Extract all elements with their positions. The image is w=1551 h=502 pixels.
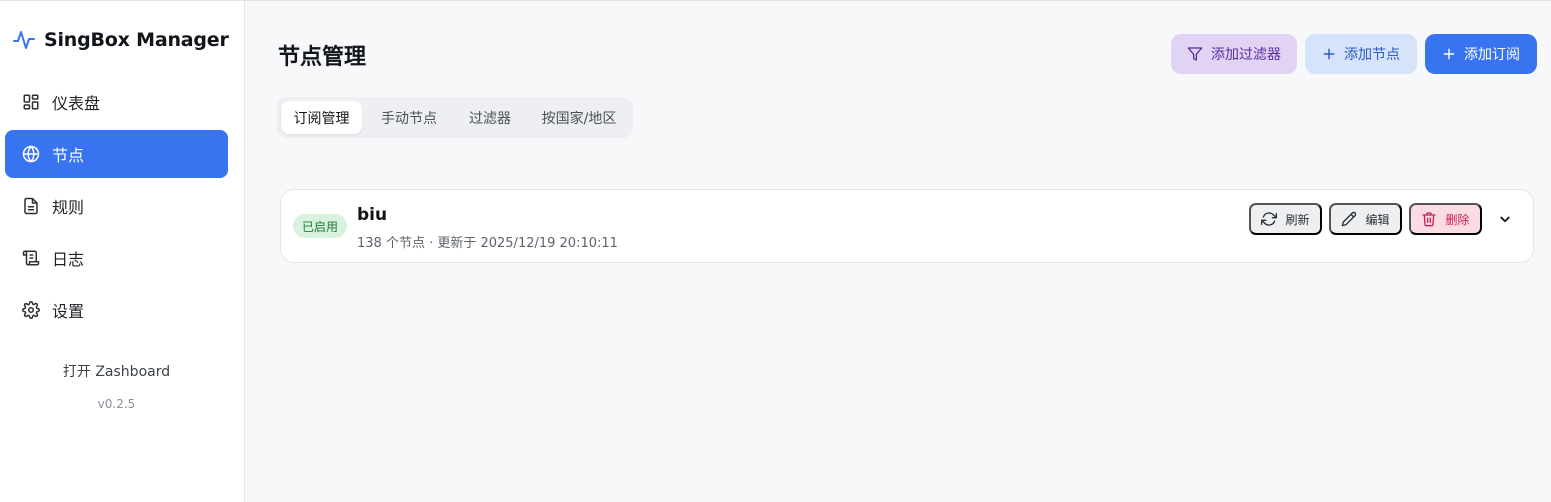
edit-button[interactable]: 编辑 — [1329, 203, 1402, 235]
refresh-label: 刷新 — [1285, 212, 1310, 227]
subscription-name: biu — [357, 205, 388, 225]
tab-subscriptions[interactable]: 订阅管理 — [281, 101, 362, 134]
chevron-down-icon[interactable] — [1496, 210, 1514, 228]
page-title: 节点管理 — [278, 45, 367, 70]
add-filter-label: 添加过滤器 — [1211, 46, 1281, 62]
delete-label: 删除 — [1445, 212, 1470, 227]
trash-icon — [1421, 211, 1437, 227]
tab-manual-nodes[interactable]: 手动节点 — [368, 101, 450, 134]
sidebar-item-label: 日志 — [52, 250, 85, 269]
scroll-icon — [22, 249, 40, 267]
plus-icon — [1442, 47, 1456, 61]
plus-icon — [1322, 47, 1336, 61]
version-label: v0.2.5 — [97, 397, 136, 411]
sidebar-item-logs[interactable]: 日志 — [5, 234, 228, 282]
tab-filters[interactable]: 过滤器 — [456, 101, 524, 134]
document-icon — [22, 197, 40, 215]
brand[interactable]: SingBox Manager — [12, 25, 229, 55]
pencil-icon — [1341, 211, 1357, 227]
subscription-meta: 138 个节点 · 更新于 2025/12/19 20:10:11 — [357, 236, 618, 251]
sidebar-item-nodes[interactable]: 节点 — [5, 130, 228, 178]
pulse-icon — [12, 28, 36, 52]
sidebar-item-label: 规则 — [52, 198, 85, 217]
edit-label: 编辑 — [1365, 212, 1390, 227]
add-node-label: 添加节点 — [1344, 46, 1400, 62]
globe-icon — [22, 145, 40, 163]
subscription-card: 已启用 biu 138 个节点 · 更新于 2025/12/19 20:10:1… — [280, 189, 1534, 263]
add-subscription-label: 添加订阅 — [1464, 46, 1520, 62]
sidebar-item-label: 仪表盘 — [52, 94, 101, 113]
sidebar-item-label: 设置 — [52, 302, 85, 321]
gear-icon — [22, 301, 40, 319]
refresh-icon — [1261, 211, 1278, 227]
tab-by-country[interactable]: 按国家/地区 — [530, 101, 628, 134]
open-zashboard-link[interactable]: 打开 Zashboard — [0, 361, 233, 381]
refresh-button[interactable]: 刷新 — [1249, 203, 1322, 235]
status-badge: 已启用 — [293, 214, 348, 238]
brand-title: SingBox Manager — [44, 29, 229, 51]
sidebar-item-label: 节点 — [52, 146, 85, 165]
sidebar-item-rules[interactable]: 规则 — [5, 182, 228, 230]
add-filter-button[interactable]: 添加过滤器 — [1171, 34, 1297, 74]
filter-icon — [1187, 46, 1203, 62]
add-node-button[interactable]: 添加节点 — [1305, 34, 1417, 74]
sidebar: SingBox Manager 仪表盘 节点 规则 日志 设置 打开 Zashb… — [0, 1, 245, 502]
add-subscription-button[interactable]: 添加订阅 — [1425, 34, 1537, 74]
node-tabs: 订阅管理 手动节点 过滤器 按国家/地区 — [277, 97, 633, 138]
delete-button[interactable]: 删除 — [1409, 203, 1482, 235]
sidebar-item-settings[interactable]: 设置 — [5, 286, 228, 334]
dashboard-grid-icon — [22, 93, 40, 111]
sidebar-item-dashboard[interactable]: 仪表盘 — [5, 78, 228, 126]
